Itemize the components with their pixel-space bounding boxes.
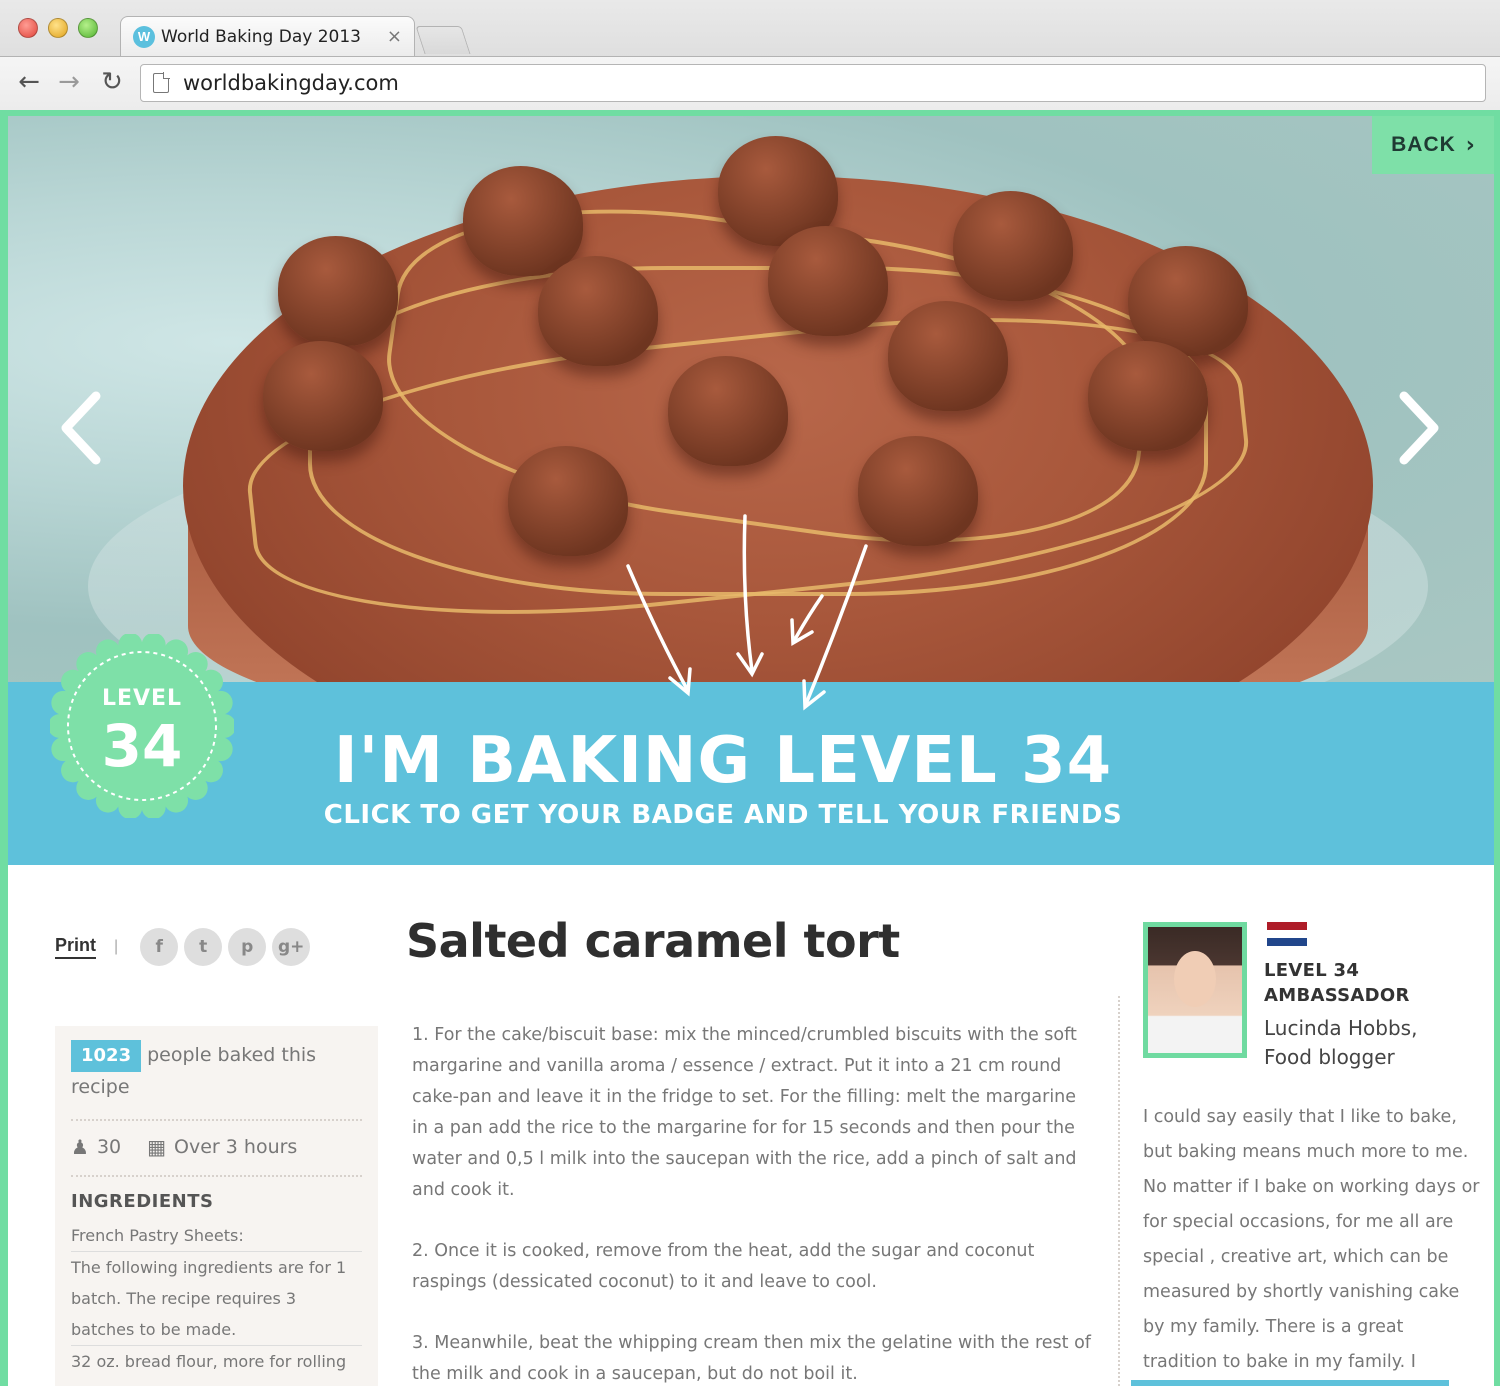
avatar-photo	[1148, 927, 1242, 1053]
author-bio: I could say easily that I like to bake, …	[1143, 1107, 1480, 1372]
person-icon: ♟	[71, 1135, 89, 1159]
author-name[interactable]: Lucinda Hobbs,	[1264, 1014, 1417, 1043]
previous-slide-button[interactable]	[52, 388, 112, 468]
truffle	[953, 191, 1073, 301]
back-button[interactable]: BACK ›	[1372, 116, 1494, 174]
truffle	[263, 341, 383, 451]
chevron-right-icon	[1399, 391, 1439, 465]
facebook-icon[interactable]: f	[140, 928, 179, 966]
flag-stripe-white	[1267, 930, 1307, 938]
ingredients-title: INGREDIENTS	[71, 1191, 214, 1212]
close-window-button[interactable]	[18, 18, 38, 38]
ingredient-item: The following ingredients are for 1 batc…	[71, 1252, 362, 1346]
netherlands-flag-icon	[1267, 922, 1307, 946]
separator: |	[114, 938, 119, 955]
twitter-icon[interactable]: t	[184, 928, 223, 966]
ingredient-item: 32 oz. bread flour, more for rolling	[71, 1352, 347, 1371]
page-content: BACK › I'M BAKING LEVEL 34 CLICK TO GET …	[8, 116, 1494, 1386]
truffle	[888, 301, 1008, 411]
recipe-step: 1. For the cake/biscuit base: mix the mi…	[412, 1025, 1077, 1200]
author-rank-level: LEVEL 34	[1264, 960, 1360, 981]
address-bar[interactable]: worldbakingday.com	[140, 64, 1486, 102]
author-rank: LEVEL 34 AMBASSADOR	[1264, 958, 1410, 1008]
truffle	[668, 356, 788, 466]
accent-bar	[1131, 1380, 1449, 1386]
divider	[71, 1119, 362, 1121]
print-link[interactable]: Print	[55, 935, 97, 959]
hand-drawn-arrows-icon	[626, 514, 868, 711]
new-tab-button[interactable]	[415, 26, 471, 54]
url-text[interactable]: worldbakingday.com	[183, 71, 399, 95]
browser-chrome: W World Baking Day 2013 × ← → ↻ worldbak…	[0, 0, 1500, 110]
badge-number: 34	[101, 712, 183, 780]
recipe-step: 2. Once it is cooked, remove from the he…	[412, 1241, 1035, 1292]
recipe-title: Salted caramel tort	[406, 914, 900, 968]
level-badge: LEVEL 34	[50, 634, 234, 818]
page-viewport: BACK › I'M BAKING LEVEL 34 CLICK TO GET …	[0, 110, 1500, 1386]
zoom-window-button[interactable]	[78, 18, 98, 38]
ingredient-item: French Pastry Sheets:	[71, 1220, 362, 1252]
page-icon	[153, 72, 170, 93]
share-toolbar: Print | f t p g+	[55, 928, 316, 966]
badge-label: LEVEL	[101, 686, 183, 711]
back-button-label: BACK	[1391, 133, 1456, 156]
chevron-right-icon: ›	[1465, 132, 1475, 158]
truffle	[463, 166, 583, 276]
tab-title: World Baking Day 2013	[161, 26, 361, 47]
recipe-sidebar: 1023 people baked this recipe ♟ 30 ▦ Over…	[55, 1026, 378, 1386]
next-slide-button[interactable]	[1388, 388, 1448, 468]
truffle	[538, 256, 658, 366]
baked-counter: 1023 people baked this recipe	[71, 1026, 362, 1103]
avatar-face	[1174, 951, 1216, 1007]
author-role: Food blogger	[1264, 1045, 1395, 1069]
window-controls	[18, 18, 98, 38]
truffle	[1088, 341, 1208, 451]
recipe-meta: ♟ 30 ▦ Over 3 hours	[71, 1135, 362, 1159]
favicon-icon: W	[133, 25, 155, 48]
calendar-icon: ▦	[147, 1135, 167, 1159]
divider	[71, 1175, 362, 1177]
chevron-left-icon	[61, 391, 101, 465]
browser-tab[interactable]: W World Baking Day 2013 ×	[120, 16, 415, 56]
flag-stripe-blue	[1267, 938, 1307, 946]
googleplus-icon[interactable]: g+	[272, 928, 311, 966]
forward-arrow-icon[interactable]: →	[52, 67, 86, 97]
truffle	[278, 236, 398, 346]
flag-stripe-red	[1267, 922, 1307, 930]
author-name-block: Lucinda Hobbs, Food blogger	[1264, 1014, 1417, 1072]
back-arrow-icon[interactable]: ←	[12, 67, 46, 97]
browser-toolbar: ← → ↻ worldbakingday.com	[0, 56, 1500, 110]
author-rank-title: AMBASSADOR	[1264, 985, 1410, 1006]
minimize-window-button[interactable]	[48, 18, 68, 38]
reload-icon[interactable]: ↻	[95, 67, 129, 97]
time-value: Over 3 hours	[174, 1136, 298, 1158]
truffle	[1128, 246, 1248, 356]
baked-count-badge: 1023	[71, 1040, 142, 1072]
avatar[interactable]	[1143, 922, 1247, 1058]
pinterest-icon[interactable]: p	[228, 928, 267, 966]
close-tab-icon[interactable]: ×	[387, 26, 402, 47]
servings-value: 30	[96, 1136, 122, 1158]
recipe-step: 3. Meanwhile, beat the whipping cream th…	[412, 1333, 1091, 1384]
truffle	[768, 226, 888, 336]
recipe-steps: 1. For the cake/biscuit base: mix the mi…	[412, 1020, 1092, 1386]
column-divider	[1118, 996, 1120, 1386]
